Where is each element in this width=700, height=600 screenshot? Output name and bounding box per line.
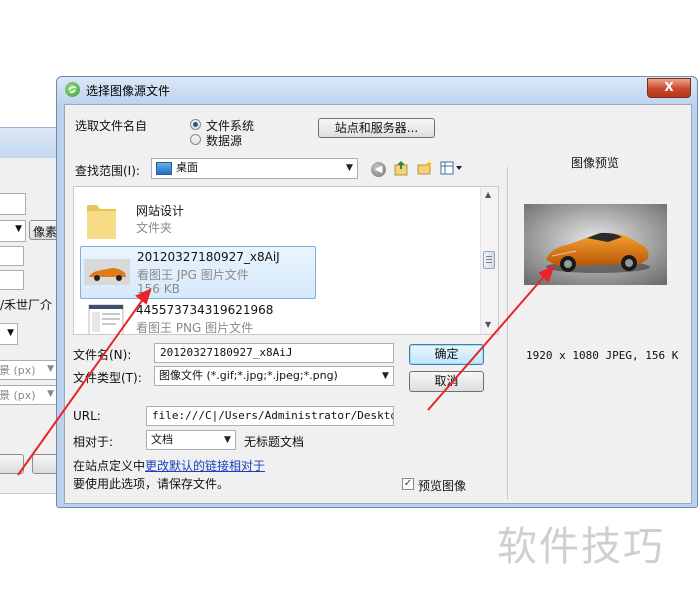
watermark-text: 软件技巧	[497, 524, 665, 570]
annotation-arrowhead	[135, 288, 152, 305]
annotation-arrows	[17, 265, 555, 476]
annotation-arrow-line	[427, 271, 549, 411]
annotation-arrow-line	[17, 294, 147, 476]
